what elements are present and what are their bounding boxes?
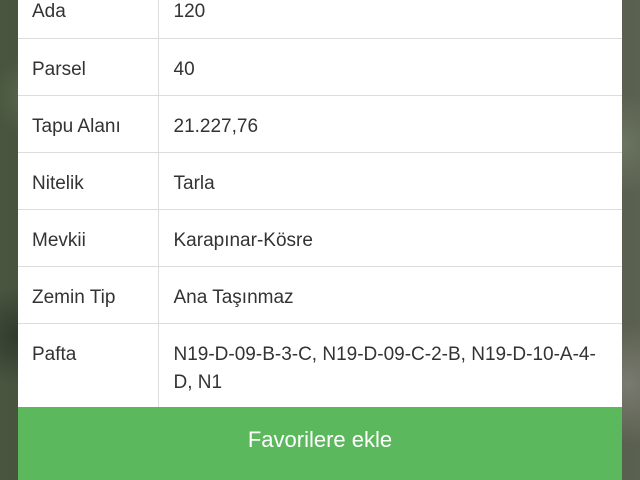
row-value: 21.227,76 bbox=[158, 95, 622, 153]
table-row-parsel: Parsel 40 bbox=[18, 38, 622, 96]
row-value: Tarla bbox=[158, 152, 622, 210]
row-value: 120 bbox=[158, 0, 622, 39]
table-row-mevkii: Mevkii Karapınar-Kösre bbox=[18, 209, 622, 267]
row-label: Parsel bbox=[18, 38, 159, 96]
row-value: N19-D-09-B-3-C, N19-D-09-C-2-B, N19-D-10… bbox=[158, 323, 622, 409]
row-value: Karapınar-Kösre bbox=[158, 209, 622, 267]
row-label: Tapu Alanı bbox=[18, 95, 159, 153]
row-label: Nitelik bbox=[18, 152, 159, 210]
add-to-favorites-button[interactable]: Favorilere ekle bbox=[18, 407, 622, 480]
row-label: Ada bbox=[18, 0, 159, 39]
table-row-zemin-tip: Zemin Tip Ana Taşınmaz bbox=[18, 266, 622, 324]
row-value: 40 bbox=[158, 38, 622, 96]
row-value: Ana Taşınmaz bbox=[158, 266, 622, 324]
row-label: Pafta bbox=[18, 323, 159, 409]
parcel-info-table: Ada 120 Parsel 40 Tapu Alanı 21.227,76 N… bbox=[18, 0, 622, 409]
table-row-tapu-alani: Tapu Alanı 21.227,76 bbox=[18, 95, 622, 153]
table-row-pafta: Pafta N19-D-09-B-3-C, N19-D-09-C-2-B, N1… bbox=[18, 323, 622, 409]
parcel-info-panel: Ada 120 Parsel 40 Tapu Alanı 21.227,76 N… bbox=[18, 0, 622, 409]
table-row-ada: Ada 120 bbox=[18, 0, 622, 39]
table-row-nitelik: Nitelik Tarla bbox=[18, 152, 622, 210]
row-label: Mevkii bbox=[18, 209, 159, 267]
row-label: Zemin Tip bbox=[18, 266, 159, 324]
